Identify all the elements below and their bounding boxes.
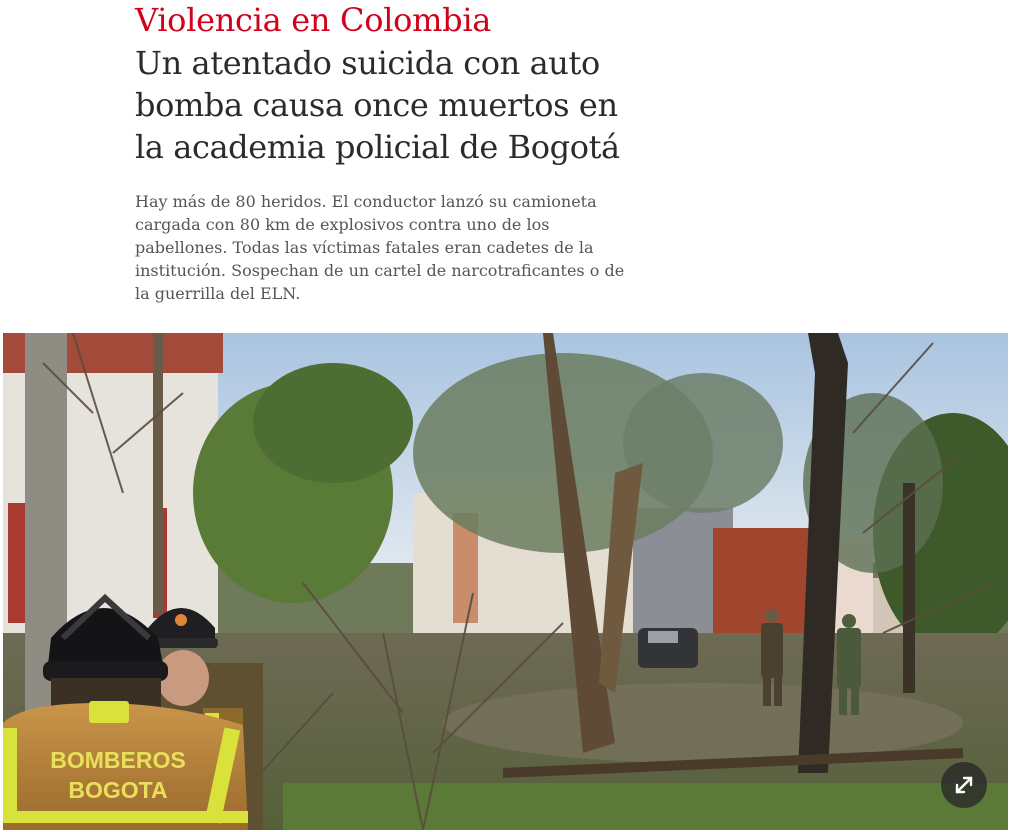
expand-arrows-icon	[955, 776, 973, 794]
vest-text-line1: BOMBEROS	[50, 747, 185, 773]
article-summary: Hay más de 80 heridos. El conductor lanz…	[135, 192, 625, 303]
article-photo[interactable]: BOMBEROS BOGOTA	[3, 333, 1008, 830]
expand-photo-button[interactable]	[941, 762, 987, 808]
photo-scene: BOMBEROS BOGOTA	[3, 333, 1008, 830]
vest-text-line2: BOGOTA	[68, 777, 167, 803]
article-kicker[interactable]: Violencia en Colombia	[135, 0, 491, 40]
article-headline[interactable]: Un atentado suicida con auto bomba causa…	[135, 42, 655, 168]
